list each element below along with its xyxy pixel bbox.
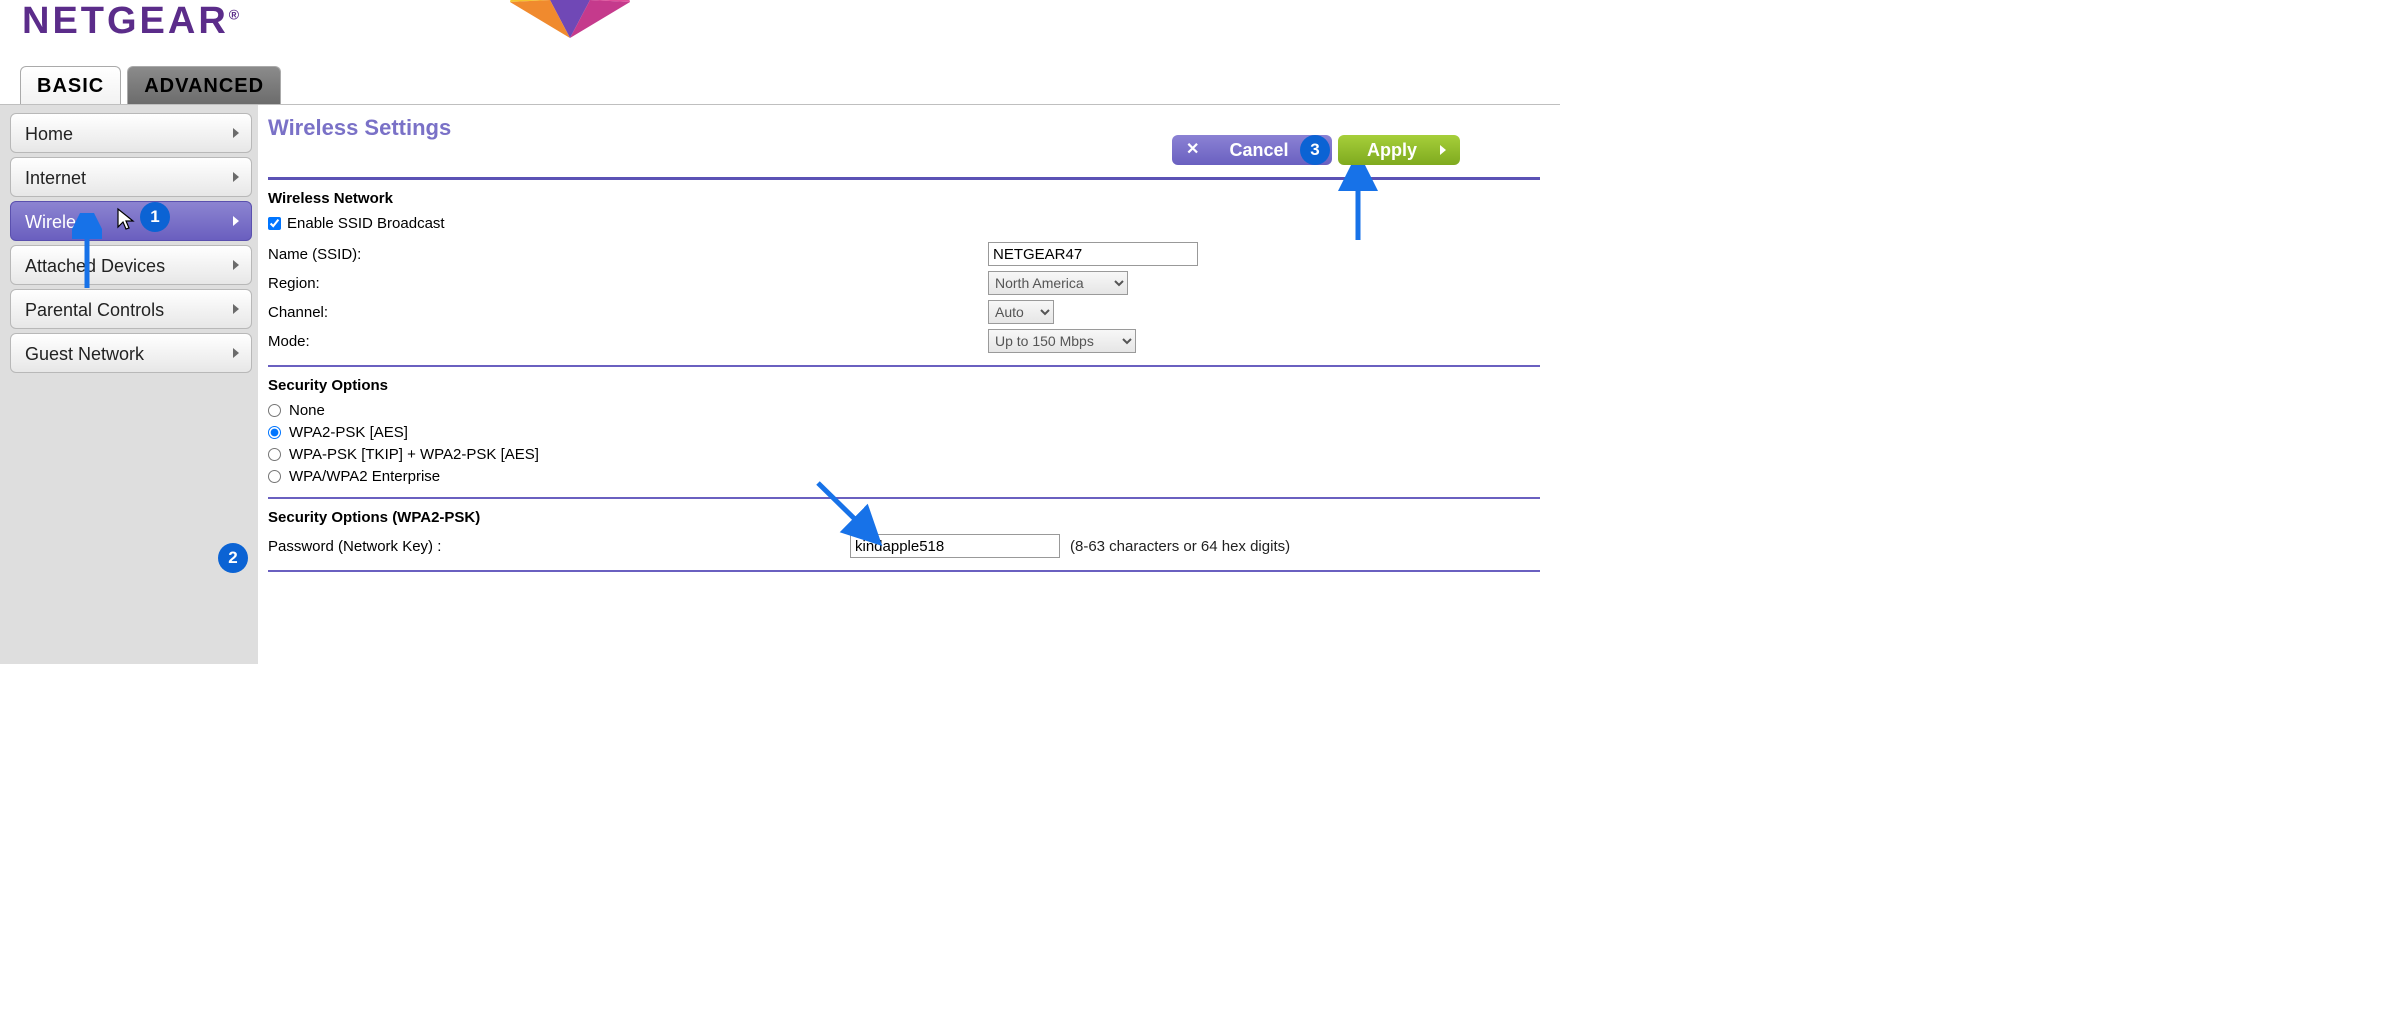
security-label-wpa2-psk-aes: WPA2-PSK [AES] [289,424,408,441]
region-select[interactable]: North America [988,271,1128,295]
security-radio-none[interactable] [268,404,281,417]
security-label-none: None [289,402,325,419]
ssid-name-input[interactable] [988,242,1198,266]
chevron-right-icon [233,260,239,270]
sidebar-item-label: Attached Devices [25,256,165,276]
sidebar-item-home[interactable]: Home [10,113,252,153]
app-header: NETGEAR® [0,0,1560,50]
mode-label: Mode: [268,333,988,350]
chevron-right-icon [233,348,239,358]
password-label: Password (Network Key) : [268,538,850,555]
divider [268,570,1540,572]
security-label-wpa-tkip-wpa2-aes: WPA-PSK [TKIP] + WPA2-PSK [AES] [289,446,539,463]
password-hint: (8-63 characters or 64 hex digits) [1070,538,1290,555]
sidebar-item-internet[interactable]: Internet [10,157,252,197]
security-radio-wpa-tkip-wpa2-aes[interactable] [268,448,281,461]
cancel-button[interactable]: Cancel [1172,135,1332,165]
chevron-right-icon [233,172,239,182]
sidebar-item-label: Home [25,124,73,144]
sidebar-item-label: Wireless [25,212,94,232]
brand-logo: NETGEAR® [22,0,242,42]
section-heading-wpa2-psk: Security Options (WPA2-PSK) [268,509,1540,526]
ssid-broadcast-label: Enable SSID Broadcast [287,215,445,232]
security-label-wpa-wpa2-enterprise: WPA/WPA2 Enterprise [289,468,440,485]
chevron-right-icon [233,304,239,314]
sidebar-item-label: Guest Network [25,344,144,364]
sidebar-item-attached-devices[interactable]: Attached Devices [10,245,252,285]
section-heading-wireless-network: Wireless Network [268,190,1540,207]
chevron-right-icon [233,216,239,226]
main-tabs: BASIC ADVANCED [0,66,1560,104]
security-radio-wpa2-psk-aes[interactable] [268,426,281,439]
apply-button[interactable]: Apply [1338,135,1460,165]
security-radio-wpa-wpa2-enterprise[interactable] [268,470,281,483]
tab-basic[interactable]: BASIC [20,66,121,104]
section-heading-security-options: Security Options [268,377,1540,394]
sidebar: Home Internet Wireless Attached Devices … [0,105,258,664]
action-buttons: Cancel Apply [1172,135,1460,165]
tab-advanced[interactable]: ADVANCED [127,66,281,104]
divider [268,177,1540,180]
divider [268,497,1540,499]
channel-select[interactable]: Auto [988,300,1054,324]
divider [268,365,1540,367]
gem-graphic [480,0,660,45]
ssid-name-label: Name (SSID): [268,246,988,263]
ssid-broadcast-checkbox[interactable] [268,217,281,230]
sidebar-item-parental-controls[interactable]: Parental Controls [10,289,252,329]
region-label: Region: [268,275,988,292]
password-input[interactable] [850,534,1060,558]
sidebar-item-guest-network[interactable]: Guest Network [10,333,252,373]
sidebar-item-wireless[interactable]: Wireless [10,201,252,241]
content-body: Home Internet Wireless Attached Devices … [0,104,1560,664]
sidebar-item-label: Internet [25,168,86,188]
sidebar-item-label: Parental Controls [25,300,164,320]
channel-label: Channel: [268,304,988,321]
mode-select[interactable]: Up to 150 Mbps [988,329,1136,353]
main-panel: Wireless Settings Cancel Apply Wireless … [258,105,1560,664]
chevron-right-icon [233,128,239,138]
